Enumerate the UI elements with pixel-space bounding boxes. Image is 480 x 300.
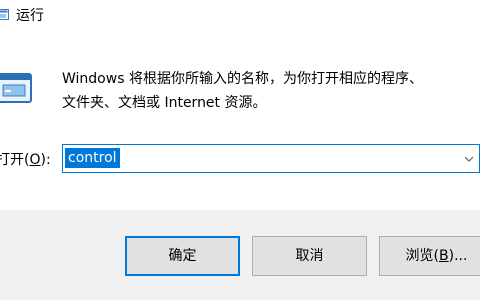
open-combobox[interactable]: control xyxy=(62,144,480,173)
cancel-button[interactable]: 取消 xyxy=(252,236,367,276)
browse-label-suffix: )... xyxy=(448,248,468,264)
description-line-2: 文件夹、文档或 Internet 资源。 xyxy=(62,95,267,111)
browse-label-prefix: 浏览( xyxy=(405,248,440,264)
open-label-prefix: 打开( xyxy=(0,152,30,168)
open-label: 打开(O): xyxy=(0,150,51,170)
open-label-accelerator: O xyxy=(29,152,41,168)
browse-button[interactable]: 浏览(B)... xyxy=(379,236,480,276)
run-dialog: 运行 Windows 将根据你所输入的名称，为你打开相应的程序、 文件夹、文档或… xyxy=(0,0,480,300)
dialog-description: Windows 将根据你所输入的名称，为你打开相应的程序、 文件夹、文档或 In… xyxy=(62,67,480,115)
title-bar[interactable]: 运行 xyxy=(0,0,480,34)
chevron-down-icon[interactable] xyxy=(464,154,474,164)
ok-button[interactable]: 确定 xyxy=(125,236,240,276)
run-program-icon xyxy=(0,73,32,103)
run-icon xyxy=(0,9,9,20)
browse-label-accelerator: B xyxy=(439,248,449,264)
open-label-suffix: ): xyxy=(40,152,51,168)
description-line-1: Windows 将根据你所输入的名称，为你打开相应的程序、 xyxy=(62,71,423,87)
window-title: 运行 xyxy=(16,8,44,24)
open-input[interactable]: control xyxy=(65,148,120,168)
